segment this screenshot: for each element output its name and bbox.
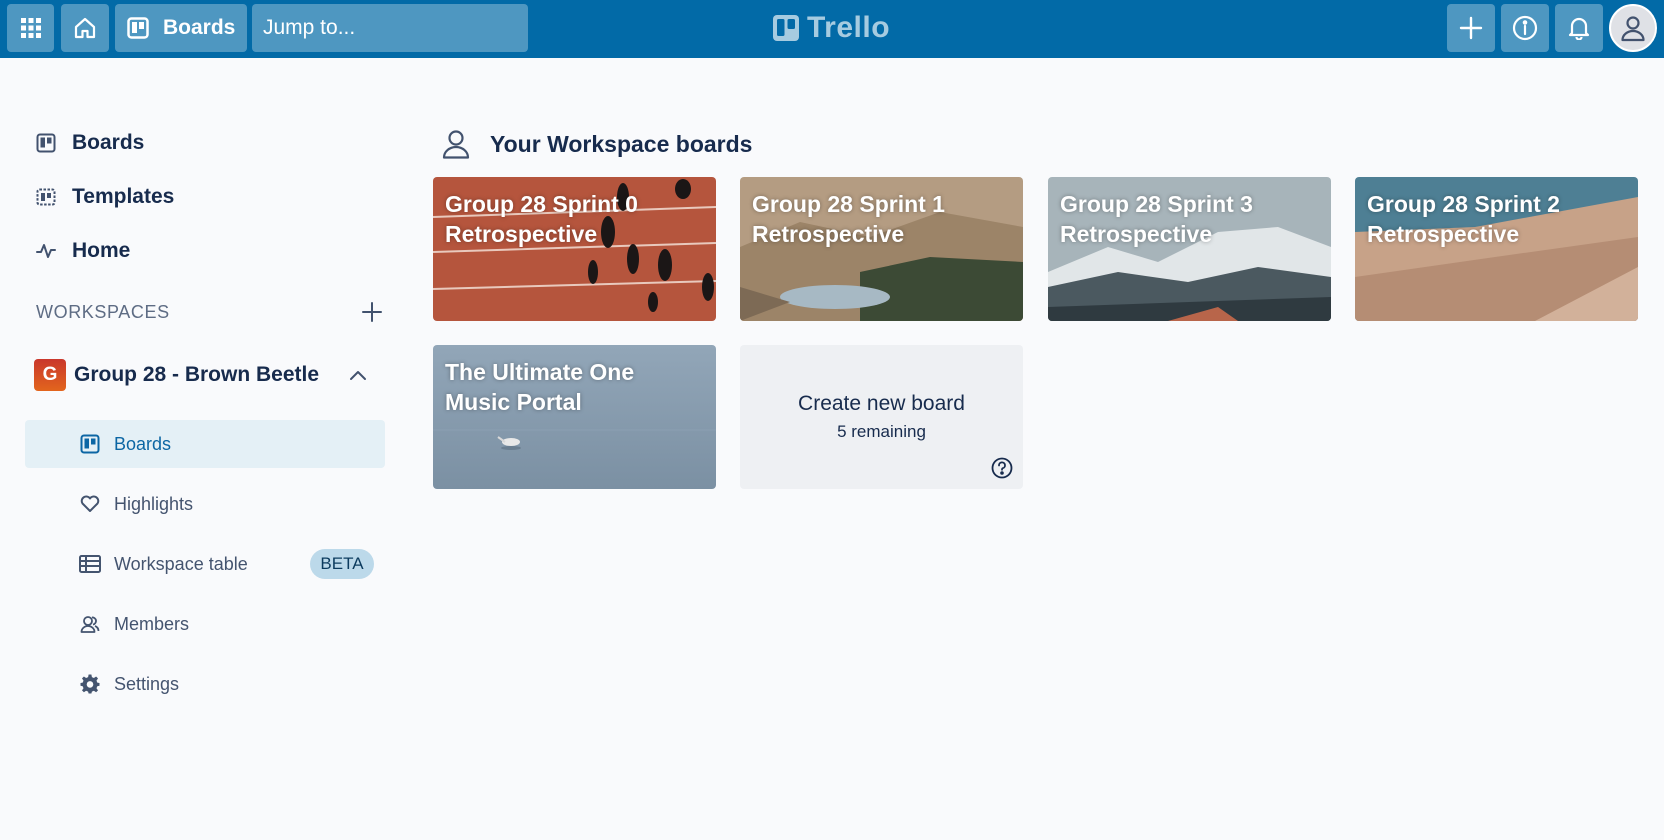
- trello-logo-icon: [773, 15, 799, 41]
- trello-logo[interactable]: Trello: [773, 11, 891, 44]
- board-icon: [127, 17, 149, 39]
- create-board-label: Create new board: [798, 392, 965, 415]
- account-avatar-button[interactable]: [1609, 4, 1657, 52]
- sidebar: Boards Templates Home WORKSPACES G Group…: [0, 58, 400, 840]
- heart-icon: [79, 493, 101, 515]
- template-icon: [36, 188, 56, 206]
- home-icon: [74, 17, 96, 39]
- add-workspace-button[interactable]: [358, 298, 386, 326]
- section-header: Your Workspace boards: [442, 124, 752, 164]
- sidebar-nav-templates[interactable]: Templates: [36, 177, 174, 217]
- grid-icon: [20, 18, 41, 38]
- board-tile[interactable]: The Ultimate One Music Portal: [433, 345, 716, 489]
- logo-text: Trello: [807, 11, 891, 44]
- boards-menu-button[interactable]: Boards: [115, 4, 247, 52]
- home-button[interactable]: [61, 4, 109, 52]
- top-bar: Boards Trello: [0, 0, 1664, 58]
- user-icon: [1621, 16, 1645, 42]
- workspace-item-label: Members: [114, 613, 190, 634]
- beta-badge: BETA: [310, 549, 374, 579]
- workspaces-label: WORKSPACES: [36, 301, 170, 322]
- board-title: Group 28 Sprint 3 Retrospective: [1060, 191, 1253, 247]
- activity-icon: [36, 244, 56, 258]
- workspace-item-table[interactable]: Workspace table BETA: [25, 540, 385, 588]
- board-tile[interactable]: Group 28 Sprint 1 Retrospective: [740, 177, 1023, 321]
- sidebar-nav-label: Templates: [72, 185, 175, 208]
- section-title: Your Workspace boards: [490, 130, 753, 157]
- create-board-button[interactable]: Create new board 5 remaining: [740, 345, 1023, 489]
- bell-icon: [1568, 17, 1590, 40]
- board-tile[interactable]: Group 28 Sprint 3 Retrospective: [1048, 177, 1331, 321]
- info-icon: [1512, 15, 1538, 41]
- chevron-up-icon[interactable]: [344, 361, 372, 389]
- board-title: The Ultimate One Music Portal: [445, 359, 635, 415]
- workspace-toggle[interactable]: G Group 28 - Brown Beetle: [34, 353, 380, 397]
- board-icon: [36, 133, 56, 153]
- workspace-item-members[interactable]: Members: [25, 600, 385, 648]
- workspace-item-label: Highlights: [114, 493, 194, 514]
- table-icon: [79, 553, 101, 575]
- board-title: Group 28 Sprint 2 Retrospective: [1367, 191, 1560, 247]
- workspace-item-label: Settings: [114, 673, 180, 694]
- sidebar-nav-label: Boards: [72, 131, 145, 154]
- workspace-item-boards[interactable]: Boards: [25, 420, 385, 468]
- workspace-item-label: Boards: [114, 433, 172, 454]
- app-switcher-button[interactable]: [7, 4, 54, 52]
- gear-icon: [79, 673, 101, 695]
- boards-menu-label: Boards: [163, 16, 236, 39]
- board-tile[interactable]: Group 28 Sprint 2 Retrospective: [1355, 177, 1638, 321]
- board-title: Group 28 Sprint 1 Retrospective: [752, 191, 945, 247]
- board-title: Group 28 Sprint 0 Retrospective: [445, 191, 638, 247]
- notifications-button[interactable]: [1555, 4, 1603, 52]
- members-icon: [79, 613, 101, 635]
- workspace-avatar: G: [34, 359, 66, 391]
- board-icon: [79, 433, 101, 455]
- plus-icon: [1459, 16, 1483, 40]
- search-box[interactable]: [252, 4, 534, 52]
- workspace-item-label: Workspace table: [114, 553, 248, 574]
- user-icon: [442, 130, 470, 159]
- help-icon[interactable]: [991, 457, 1013, 479]
- workspace-item-highlights[interactable]: Highlights: [25, 480, 385, 528]
- workspaces-header: WORKSPACES: [36, 296, 386, 328]
- info-button[interactable]: [1501, 4, 1549, 52]
- create-button[interactable]: [1447, 4, 1495, 52]
- sidebar-nav-label: Home: [72, 239, 131, 262]
- boards-remaining-text: 5 remaining: [837, 422, 926, 441]
- workspace-item-settings[interactable]: Settings: [25, 660, 385, 708]
- board-tile[interactable]: Group 28 Sprint 0 Retrospective: [433, 177, 716, 321]
- search-input[interactable]: [263, 16, 534, 40]
- sidebar-nav-home[interactable]: Home: [36, 231, 130, 271]
- plus-icon: [362, 302, 382, 322]
- sidebar-nav-boards[interactable]: Boards: [36, 123, 144, 163]
- workspace-name: Group 28 - Brown Beetle: [74, 363, 320, 386]
